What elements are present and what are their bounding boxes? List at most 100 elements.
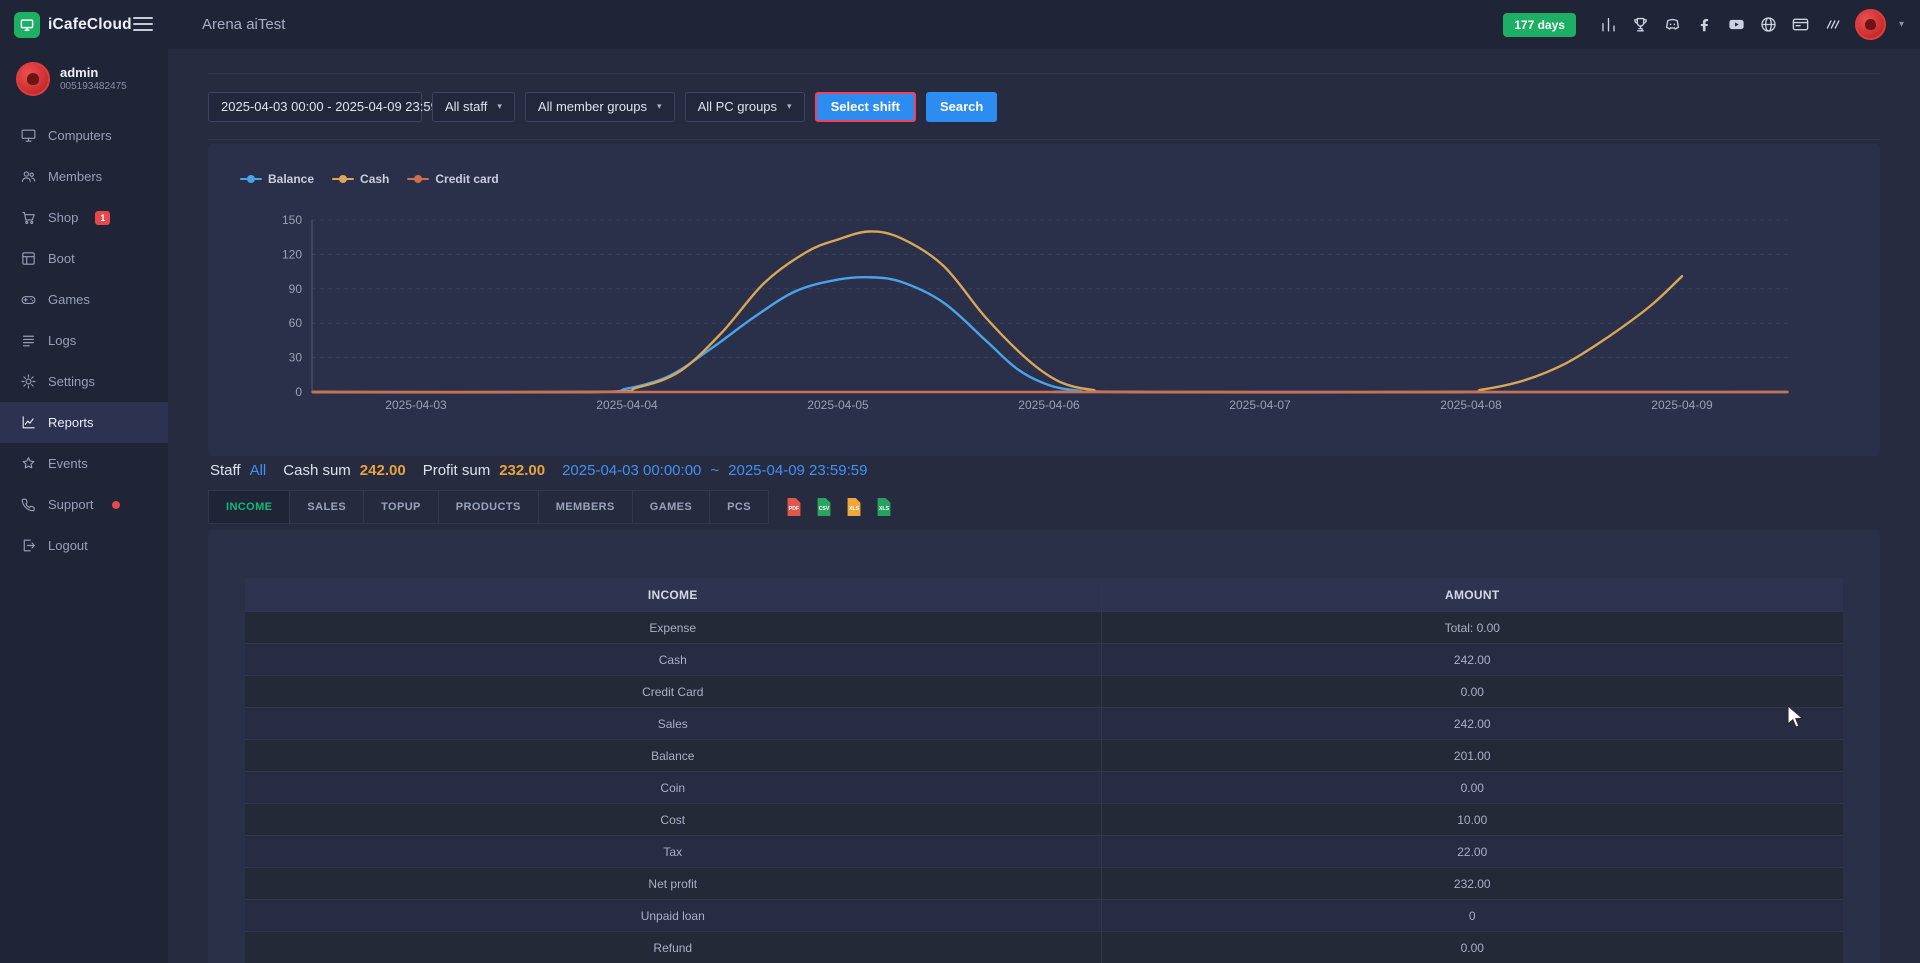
topbar-right: 177 days ▾ <box>1503 0 1904 49</box>
chart-legend: Balance Cash Credit card <box>240 172 499 186</box>
sidebar-item-support[interactable]: Support <box>0 484 168 525</box>
sidebar-item-label: Boot <box>48 251 75 266</box>
table-row[interactable]: Tax22.00 <box>245 836 1843 868</box>
user-name: admin <box>60 65 127 80</box>
svg-text:CSV: CSV <box>819 506 830 512</box>
icafecloud-logo-icon <box>14 12 40 38</box>
facebook-icon[interactable] <box>1695 15 1714 34</box>
svg-text:2025-04-05: 2025-04-05 <box>807 398 869 412</box>
tab-pcs[interactable]: PCS <box>709 490 769 524</box>
sidebar-user-avatar <box>16 62 50 96</box>
games-icon <box>20 291 37 308</box>
chevron-down-icon[interactable]: ▾ <box>1899 19 1904 30</box>
sidebar-item-members[interactable]: Members <box>0 156 168 197</box>
sidebar-item-label: Events <box>48 456 88 471</box>
table-row[interactable]: Balance201.00 <box>245 740 1843 772</box>
svg-text:2025-04-03: 2025-04-03 <box>385 398 447 412</box>
search-button[interactable]: Search <box>926 92 997 122</box>
sidebar-item-label: Games <box>48 292 90 307</box>
tab-members[interactable]: MEMBERS <box>538 490 633 524</box>
profit-sum-label: Profit sum <box>423 462 491 479</box>
shop-icon <box>20 209 37 226</box>
table-row[interactable]: Credit Card0.00 <box>245 676 1843 708</box>
table-row[interactable]: Cost10.00 <box>245 804 1843 836</box>
pc-groups-select[interactable]: All PC groups ▾ <box>685 92 805 122</box>
legend-item-balance[interactable]: Balance <box>240 172 314 186</box>
chevron-down-icon: ▾ <box>787 101 792 112</box>
legend-cash-mark <box>332 178 354 181</box>
sidebar-item-label: Reports <box>48 415 94 430</box>
svg-text:2025-04-04: 2025-04-04 <box>596 398 658 412</box>
youtube-icon[interactable] <box>1727 15 1746 34</box>
svg-text:90: 90 <box>289 282 303 296</box>
summary-row: Staff All Cash sum 242.00 Profit sum 232… <box>210 457 867 483</box>
logout-icon <box>20 537 37 554</box>
export-csv-icon[interactable]: CSV <box>815 497 833 517</box>
sidebar-item-settings[interactable]: Settings <box>0 361 168 402</box>
table-row[interactable]: Unpaid loan0 <box>245 900 1843 932</box>
export-xlsx-icon[interactable]: XLS <box>875 497 893 517</box>
table-row[interactable]: Cash242.00 <box>245 644 1843 676</box>
income-table-panel: INCOME AMOUNT ExpenseTotal: 0.00 Cash242… <box>208 530 1880 963</box>
table-header-row: INCOME AMOUNT <box>245 578 1843 612</box>
sidebar-item-logs[interactable]: Logs <box>0 320 168 361</box>
sidebar-item-computers[interactable]: Computers <box>0 115 168 156</box>
profit-sum-value: 232.00 <box>499 462 545 479</box>
sidebar-item-logout[interactable]: Logout <box>0 525 168 566</box>
tab-products[interactable]: PRODUCTS <box>438 490 539 524</box>
legend-item-cash[interactable]: Cash <box>332 172 389 186</box>
sidebar-item-events[interactable]: Events <box>0 443 168 484</box>
legend-item-credit-card[interactable]: Credit card <box>407 172 498 186</box>
date-range-input[interactable]: 2025-04-03 00:00 - 2025-04-09 23:59 <box>208 92 422 122</box>
sidebar-item-label: Members <box>48 169 102 184</box>
page-title: Arena aiTest <box>202 0 285 49</box>
tab-topup[interactable]: TOPUP <box>363 490 439 524</box>
sidebar-user[interactable]: admin 005193482475 <box>0 49 168 109</box>
computers-icon <box>20 127 37 144</box>
sidebar-toggle-icon[interactable] <box>133 14 153 34</box>
sidebar-item-shop[interactable]: Shop 1 <box>0 197 168 238</box>
tab-games[interactable]: GAMES <box>632 490 710 524</box>
select-shift-button[interactable]: Select shift <box>815 92 916 122</box>
staff-value[interactable]: All <box>250 462 267 479</box>
trophy-icon[interactable] <box>1631 15 1650 34</box>
main-content: 2025-04-03 00:00 - 2025-04-09 23:59 All … <box>168 49 1920 963</box>
sidebar-item-label: Logs <box>48 333 76 348</box>
table-row[interactable]: Refund0.00 <box>245 932 1843 963</box>
sidebar-item-games[interactable]: Games <box>0 279 168 320</box>
chevron-down-icon: ▾ <box>657 101 662 112</box>
member-groups-select[interactable]: All member groups ▾ <box>525 92 675 122</box>
card-icon[interactable] <box>1791 15 1810 34</box>
export-xls-icon[interactable]: XLS <box>845 497 863 517</box>
svg-text:2025-04-06: 2025-04-06 <box>1018 398 1080 412</box>
legend-cash-label: Cash <box>360 172 389 186</box>
gear-icon <box>20 373 37 390</box>
staff-select[interactable]: All staff ▾ <box>432 92 515 122</box>
tab-income[interactable]: INCOME <box>208 490 290 524</box>
subscription-days-badge[interactable]: 177 days <box>1503 13 1576 37</box>
stats-icon[interactable] <box>1599 15 1618 34</box>
brands-icon[interactable] <box>1823 15 1842 34</box>
export-pdf-icon[interactable]: PDF <box>785 497 803 517</box>
table-row[interactable]: Sales242.00 <box>245 708 1843 740</box>
brand-name: iCafeCloud <box>48 16 132 34</box>
discord-icon[interactable] <box>1663 15 1682 34</box>
user-avatar[interactable] <box>1855 9 1886 40</box>
tab-sales[interactable]: SALES <box>289 490 364 524</box>
table-row[interactable]: Net profit232.00 <box>245 868 1843 900</box>
report-tabs: INCOME SALES TOPUP PRODUCTS MEMBERS GAME… <box>208 490 893 524</box>
svg-text:30: 30 <box>289 351 303 365</box>
table-row[interactable]: Coin0.00 <box>245 772 1843 804</box>
globe-icon[interactable] <box>1759 15 1778 34</box>
brand[interactable]: iCafeCloud <box>14 0 132 49</box>
income-chart-panel: Balance Cash Credit card 030609012015020… <box>208 144 1880 456</box>
sidebar-item-boot[interactable]: Boot <box>0 238 168 279</box>
income-table: INCOME AMOUNT ExpenseTotal: 0.00 Cash242… <box>245 578 1843 963</box>
sidebar-nav: Computers Members Shop 1 Boot Games Logs… <box>0 115 168 566</box>
table-row[interactable]: ExpenseTotal: 0.00 <box>245 612 1843 644</box>
support-notification-dot <box>112 501 120 509</box>
sidebar-item-reports[interactable]: Reports <box>0 402 168 443</box>
svg-text:2025-04-07: 2025-04-07 <box>1229 398 1291 412</box>
legend-balance-label: Balance <box>268 172 314 186</box>
staff-select-value: All staff <box>445 99 487 114</box>
